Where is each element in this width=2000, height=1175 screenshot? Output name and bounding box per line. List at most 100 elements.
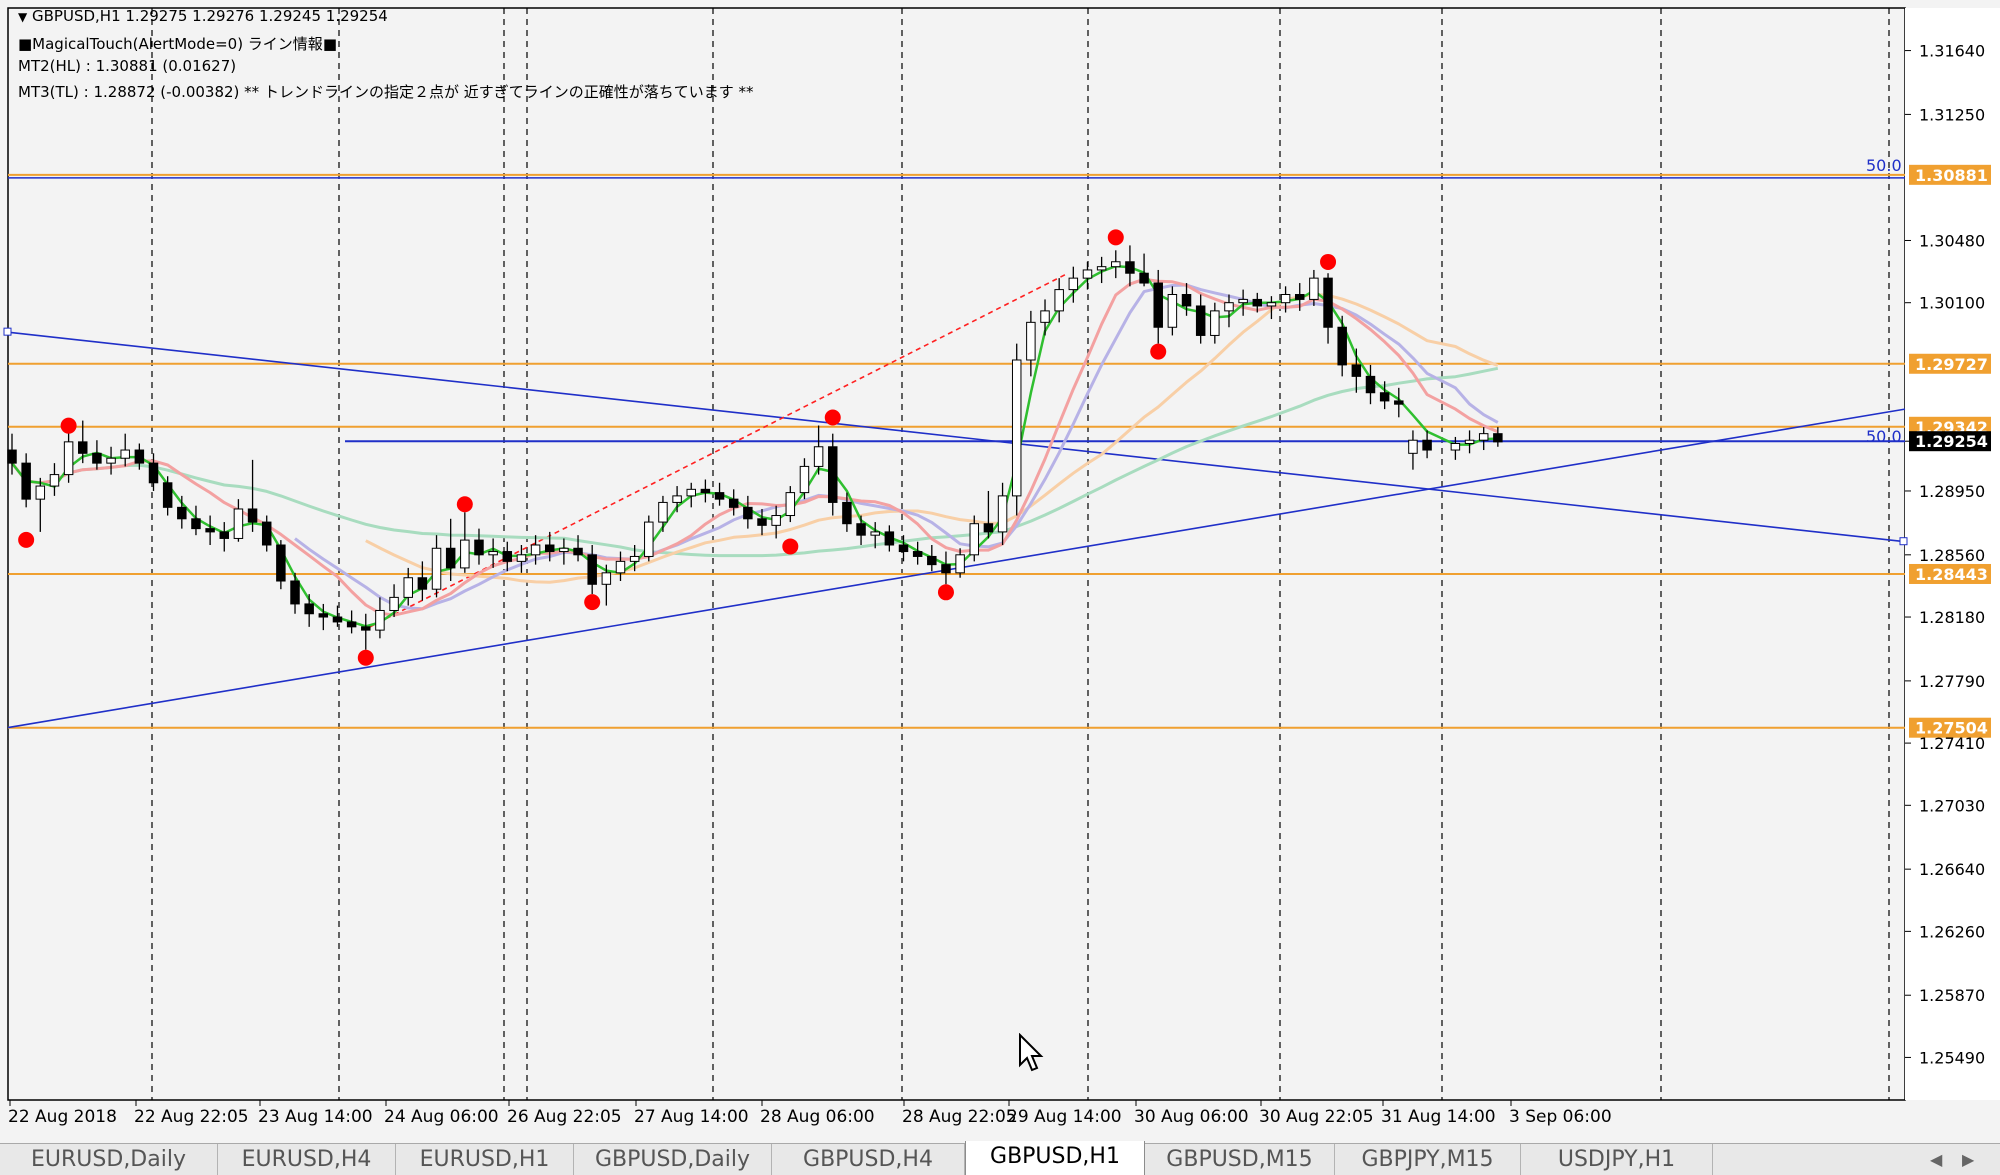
x-tick-label: 30 Aug 22:05 — [1259, 1107, 1374, 1127]
y-tick-label: 1.30480 — [1919, 231, 1985, 250]
candle-body — [290, 580, 300, 605]
candle-body — [318, 613, 329, 618]
candle-body — [1266, 302, 1277, 307]
candle-body — [389, 596, 399, 611]
candle-body — [1210, 310, 1220, 336]
price-chart[interactable]: 22 Aug 2018 22 Aug 22:05 23 Aug 14:00 24 Au… — [0, 0, 2000, 1143]
candle-body — [233, 508, 244, 539]
candle-body — [1450, 442, 1461, 451]
candle-body — [1379, 392, 1390, 402]
candle-body — [799, 465, 810, 494]
tab-gbpusd-daily[interactable]: GBPUSD,Daily — [574, 1144, 772, 1175]
candle-body — [997, 495, 1008, 533]
candle-body — [162, 482, 173, 508]
y-tick-label: 1.27410 — [1919, 734, 1985, 753]
candle-body — [1337, 326, 1347, 366]
x-tick-label: 28 Aug 22:05 — [902, 1107, 1017, 1127]
tab-eurusd-daily[interactable]: EURUSD,Daily — [0, 1144, 218, 1175]
pivot-low-dot — [18, 531, 35, 548]
candle-body — [714, 492, 725, 500]
indicator-line: ■MagicalTouch(AlertMode=0) ライン情報■ — [18, 35, 337, 53]
candle-body — [205, 528, 215, 533]
candle-body — [1464, 439, 1475, 444]
tab-gbpusd-h4[interactable]: GBPUSD,H4 — [772, 1144, 965, 1175]
x-tick-label: 27 Aug 14:00 — [634, 1107, 749, 1127]
candle-body — [177, 506, 187, 520]
candle-body — [955, 554, 965, 574]
candle-body — [743, 506, 753, 520]
candle-body — [1153, 282, 1163, 328]
candle-body — [559, 547, 569, 553]
candle-body — [502, 551, 513, 562]
candle-body — [219, 531, 230, 539]
x-tick-label: 22 Aug 22:05 — [134, 1107, 249, 1127]
candle-body — [1040, 310, 1050, 323]
pivot-low-dot — [357, 649, 374, 666]
fib-label: 50.0 — [1866, 156, 1902, 175]
x-tick-label: 31 Aug 14:00 — [1381, 1107, 1496, 1127]
y-tick-label: 1.28950 — [1919, 482, 1985, 501]
y-tick-label: 1.25490 — [1919, 1048, 1985, 1067]
candle-body — [1125, 261, 1135, 274]
collapse-triangle-icon[interactable]: ▼ — [18, 10, 27, 24]
pivot-low-dot — [937, 584, 954, 601]
candle-body — [1294, 294, 1305, 300]
candle-body — [672, 495, 682, 503]
candle-body — [686, 488, 696, 497]
y-tick-label: 1.31250 — [1919, 105, 1985, 124]
candle-body — [870, 531, 880, 536]
candle-body — [842, 501, 852, 525]
x-tick-label: 22 Aug 2018 — [8, 1107, 117, 1127]
trendline-anchor-handle — [3, 327, 12, 336]
current-price-label: 1.29254 — [1915, 432, 1988, 451]
scroll-left-icon[interactable]: ◀ — [1930, 1150, 1942, 1170]
scroll-right-icon[interactable]: ▶ — [1962, 1150, 1974, 1170]
candle-body — [615, 560, 626, 574]
tab-gbpusd-h1[interactable]: GBPUSD,H1 — [965, 1141, 1145, 1175]
price-label-1.29727: 1.29727 — [1915, 355, 1988, 374]
candle-body — [1139, 272, 1149, 284]
candle-body — [927, 555, 937, 566]
x-axis-labels: 22 Aug 2018 22 Aug 22:05 23 Aug 14:00 24 Au… — [8, 1100, 1612, 1127]
candle-body — [573, 547, 583, 556]
pivot-high-dot — [456, 496, 473, 513]
candle-body — [884, 531, 895, 546]
candle-body — [601, 572, 612, 585]
candle-body — [247, 508, 258, 523]
candle-body — [516, 554, 527, 562]
candle-body — [1323, 277, 1333, 328]
tab-eurusd-h4[interactable]: EURUSD,H4 — [218, 1144, 396, 1175]
candle-body — [134, 449, 145, 464]
candle-body — [1351, 364, 1362, 377]
candle-body — [813, 446, 824, 467]
pivot-low-dot — [584, 594, 601, 611]
plot-frame — [7, 7, 1906, 1101]
candle-body — [728, 498, 739, 508]
chart-window[interactable]: 22 Aug 2018 22 Aug 22:05 23 Aug 14:00 24 Au… — [0, 0, 2000, 1143]
tab-gbpjpy-m15[interactable]: GBPJPY,M15 — [1335, 1144, 1521, 1175]
candle-body — [1054, 289, 1064, 312]
candle-body — [346, 621, 357, 628]
candle-body — [106, 457, 116, 464]
candle-body — [191, 518, 201, 530]
candle-body — [1238, 298, 1248, 304]
candle-body — [261, 521, 272, 546]
candle-body — [1422, 439, 1432, 451]
y-tick-label: 1.30100 — [1919, 294, 1985, 313]
candle-body — [1096, 266, 1107, 271]
candle-body — [78, 441, 88, 454]
tab-eurusd-h1[interactable]: EURUSD,H1 — [396, 1144, 574, 1175]
candle-body — [63, 441, 74, 476]
tab-usdjpy-h1[interactable]: USDJPY,H1 — [1521, 1144, 1713, 1175]
fib-label: 50.0 — [1866, 427, 1902, 446]
candle-body — [587, 554, 597, 585]
tab-gbpusd-m15[interactable]: GBPUSD,M15 — [1145, 1144, 1335, 1175]
y-tick-label: 1.26640 — [1919, 860, 1985, 879]
pivot-low-dot — [782, 538, 799, 555]
candle-body — [49, 474, 60, 487]
candle-body — [983, 523, 994, 533]
pivot-high-dot — [1320, 253, 1337, 270]
candle-body — [771, 515, 781, 526]
candle-body — [403, 577, 413, 598]
candle-body — [1493, 433, 1503, 443]
